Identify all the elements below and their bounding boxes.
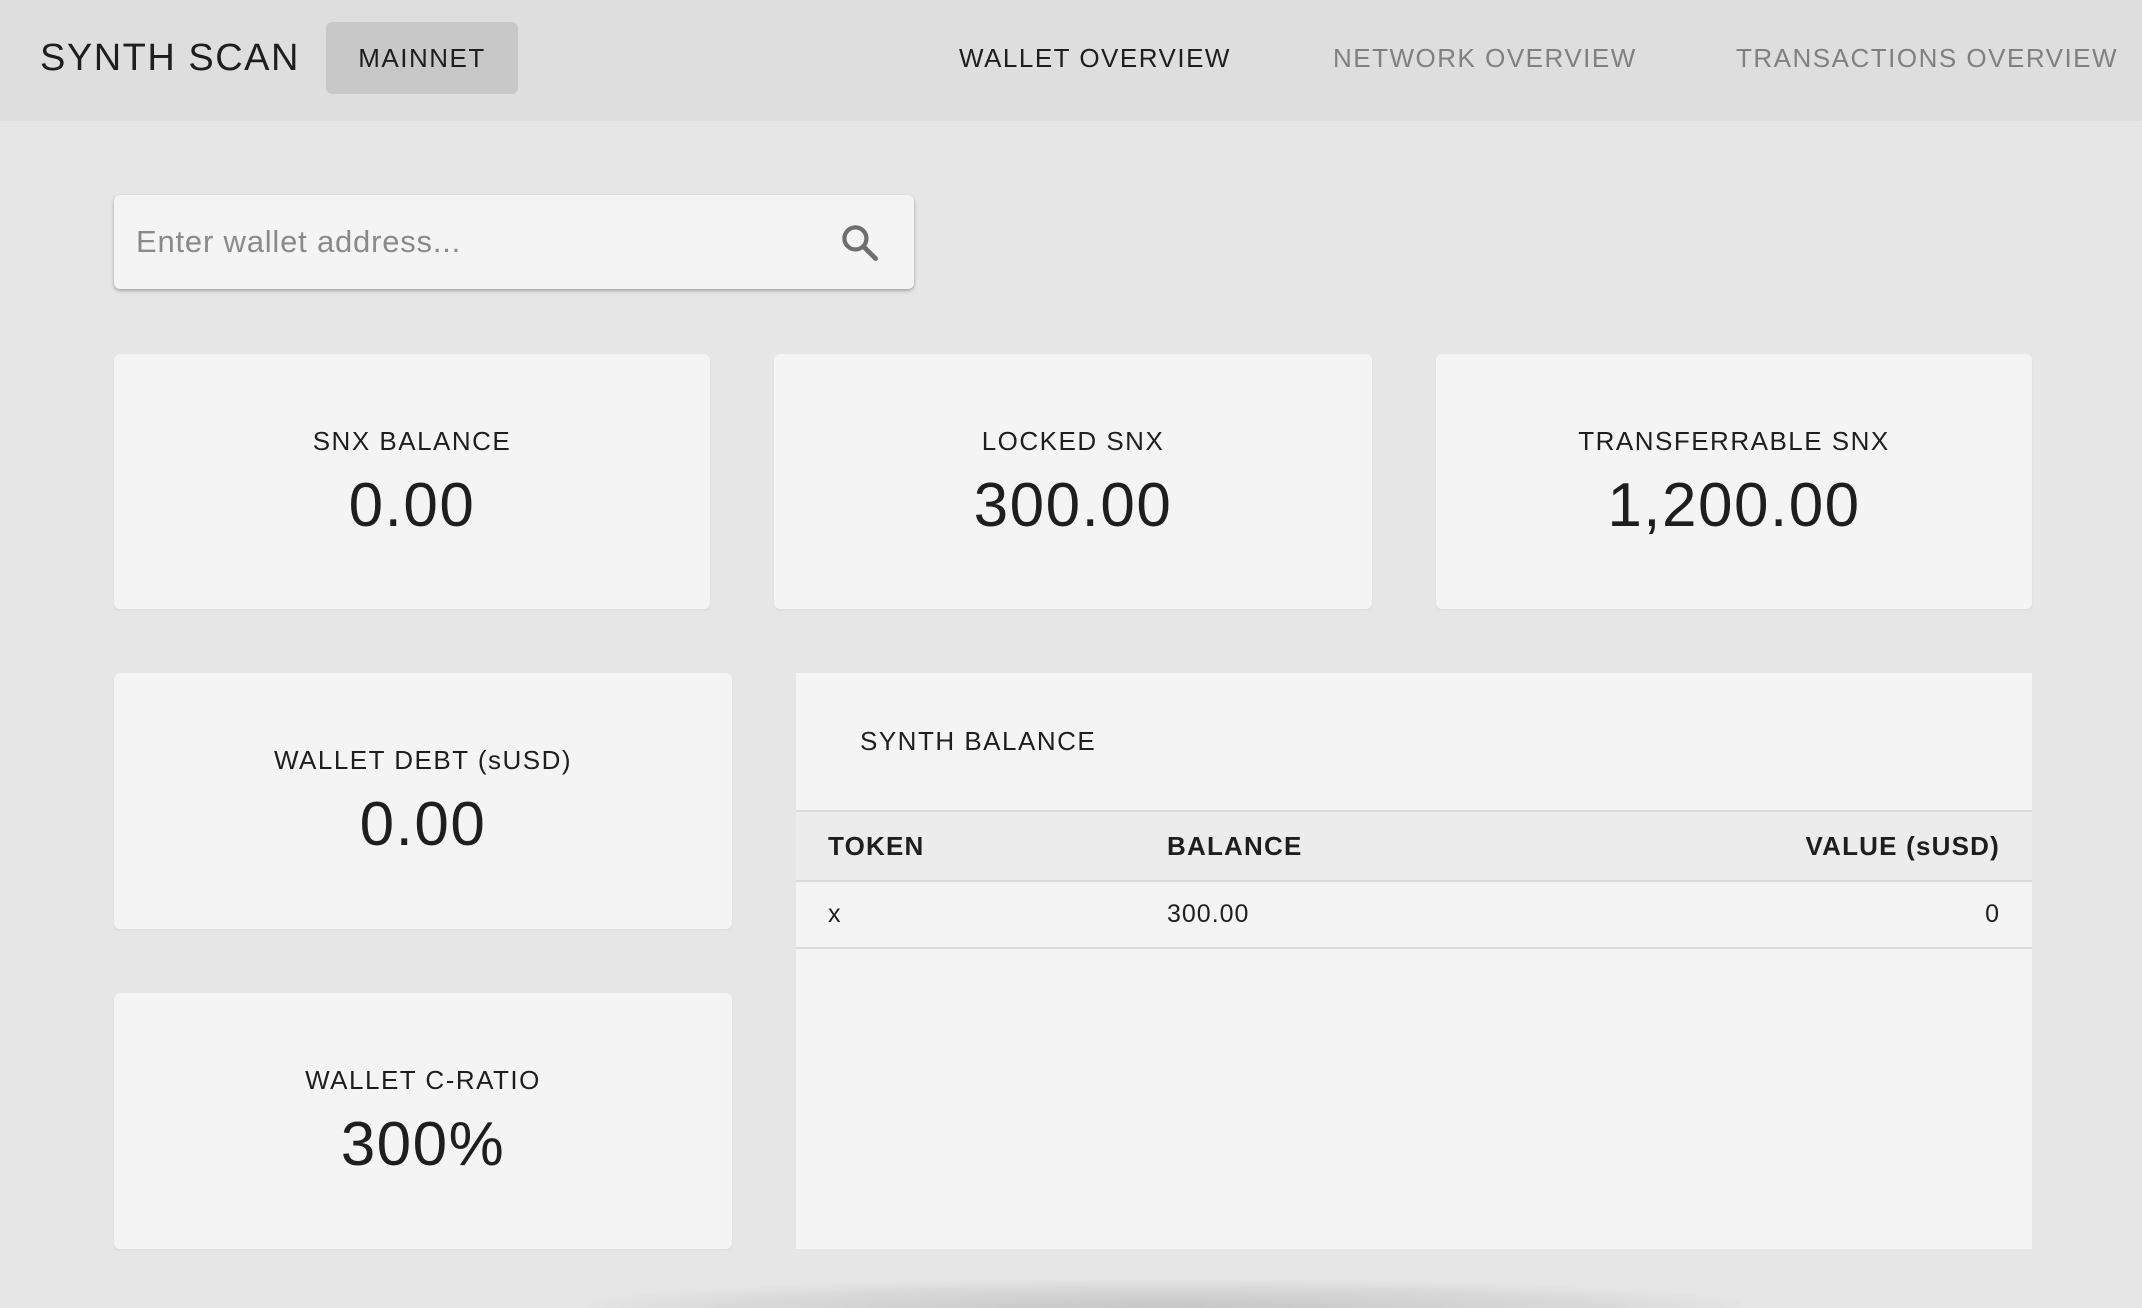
app-title: SYNTH SCAN <box>40 37 300 79</box>
column-header-value: VALUE (sUSD) <box>1805 831 2000 861</box>
nav-network-overview[interactable]: NETWORK OVERVIEW <box>1333 0 1637 117</box>
locked-snx-value: 300.00 <box>973 471 1173 540</box>
network-button[interactable]: MAINNET <box>326 22 518 94</box>
snx-balance-label: SNX BALANCE <box>312 426 512 456</box>
cell-value: 0 <box>1985 900 2000 928</box>
transferrable-snx-card: TRANSFERRABLE SNX 1,200.00 <box>1436 354 2032 609</box>
search-icon[interactable] <box>838 221 882 265</box>
wallet-debt-value: 0.00 <box>359 790 487 859</box>
column-header-token: TOKEN <box>828 831 925 861</box>
cell-token: x <box>828 900 842 928</box>
synth-balance-title: SYNTH BALANCE <box>860 726 1097 756</box>
table-header-row: TOKEN BALANCE VALUE (sUSD) <box>796 810 2032 882</box>
search-bar <box>114 195 914 289</box>
transferrable-snx-value: 1,200.00 <box>1607 471 1861 540</box>
transferrable-snx-label: TRANSFERRABLE SNX <box>1578 426 1890 456</box>
wallet-c-ratio-card: WALLET C-RATIO 300% <box>114 993 732 1249</box>
snx-balance-card: SNX BALANCE 0.00 <box>114 354 710 609</box>
synth-balance-panel: SYNTH BALANCE TOKEN BALANCE VALUE (sUSD)… <box>796 673 2032 1249</box>
column-header-balance: BALANCE <box>1167 831 1303 861</box>
bottom-shadow-divider <box>590 1280 1740 1308</box>
snx-balance-value: 0.00 <box>348 471 476 540</box>
wallet-c-ratio-label: WALLET C-RATIO <box>305 1065 541 1095</box>
wallet-debt-label: WALLET DEBT (sUSD) <box>273 745 573 775</box>
wallet-c-ratio-value: 300% <box>340 1110 506 1179</box>
locked-snx-label: LOCKED SNX <box>981 426 1165 456</box>
nav-transactions-overview[interactable]: TRANSACTIONS OVERVIEW <box>1736 0 2118 117</box>
locked-snx-card: LOCKED SNX 300.00 <box>774 354 1372 609</box>
wallet-address-input[interactable] <box>136 195 816 289</box>
cell-balance: 300.00 <box>1167 900 1250 928</box>
top-app-bar: SYNTH SCAN MAINNET WALLET OVERVIEW NETWO… <box>0 0 2142 121</box>
nav-wallet-overview[interactable]: WALLET OVERVIEW <box>959 0 1231 117</box>
table-row: x 300.00 0 <box>796 882 2032 949</box>
wallet-debt-card: WALLET DEBT (sUSD) 0.00 <box>114 673 732 929</box>
